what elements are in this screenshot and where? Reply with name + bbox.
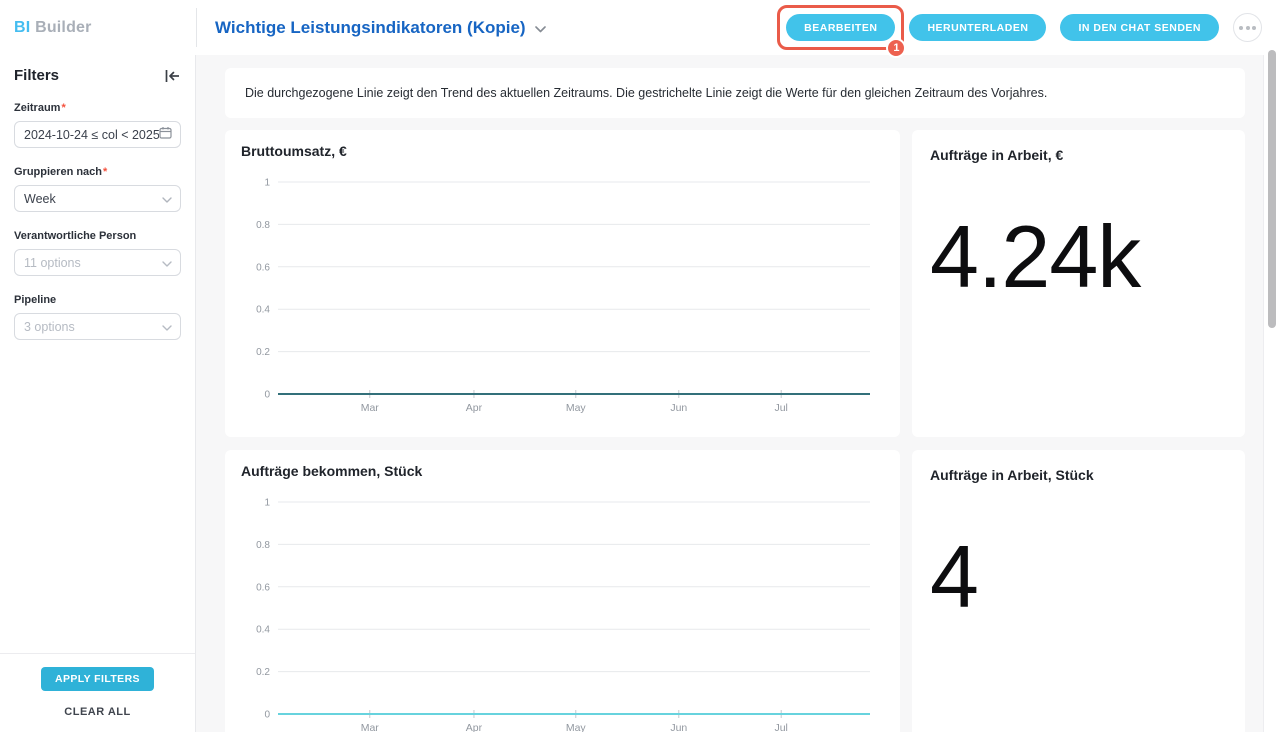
svg-text:Jul: Jul bbox=[774, 722, 787, 732]
svg-text:1: 1 bbox=[264, 178, 270, 189]
chart-card-bruttoumsatz: Bruttoumsatz, € 0 0.2 0.4 0.6 0.8 1 Mar Apr May J… bbox=[225, 130, 900, 437]
apply-filters-button[interactable]: APPLY FILTERS bbox=[41, 667, 154, 691]
logo-builder: Builder bbox=[35, 18, 92, 36]
chevron-down-icon bbox=[162, 190, 172, 208]
info-banner: Die durchgezogene Linie zeigt den Trend … bbox=[225, 68, 1245, 118]
svg-text:Mar: Mar bbox=[361, 402, 380, 414]
header-actions: BEARBEITEN 1 HERUNTERLADEN IN DEN CHAT S… bbox=[777, 5, 1280, 58]
gruppieren-nach-select[interactable]: Week bbox=[14, 185, 181, 212]
send-to-chat-button[interactable]: IN DEN CHAT SENDEN bbox=[1060, 14, 1219, 41]
svg-text:0.8: 0.8 bbox=[256, 220, 270, 231]
svg-text:Jun: Jun bbox=[670, 402, 687, 414]
field-label-pipeline: Pipeline bbox=[14, 294, 57, 306]
svg-text:Jul: Jul bbox=[774, 402, 787, 414]
ellipsis-icon bbox=[1239, 25, 1243, 30]
page-title: Wichtige Leistungsindikatoren (Kopie) bbox=[215, 17, 526, 37]
svg-text:0.2: 0.2 bbox=[256, 667, 270, 678]
svg-text:Jun: Jun bbox=[670, 722, 687, 732]
kpi-title: Aufträge in Arbeit, € bbox=[930, 147, 1064, 163]
header-divider bbox=[196, 8, 197, 47]
kpi-card-auftraege-in-arbeit-stueck: Aufträge in Arbeit, Stück 4 bbox=[912, 450, 1245, 732]
chevron-down-icon bbox=[162, 254, 172, 272]
svg-text:1: 1 bbox=[264, 498, 270, 509]
svg-text:0.4: 0.4 bbox=[256, 305, 270, 316]
field-label-verantwortliche-person: Verantwortliche Person bbox=[14, 230, 137, 242]
svg-text:May: May bbox=[566, 402, 587, 414]
edit-button-wrap: BEARBEITEN 1 bbox=[777, 5, 907, 58]
svg-text:0.4: 0.4 bbox=[256, 625, 270, 636]
pipeline-value: 3 options bbox=[24, 319, 75, 334]
verantwortliche-person-select[interactable]: 11 options bbox=[14, 249, 181, 276]
required-asterisk: * bbox=[103, 166, 108, 178]
filters-sidebar: Filters Zeitraum* 2024-10-24 ≤ col < 202… bbox=[0, 55, 196, 732]
sidebar-footer: APPLY FILTERS CLEAR ALL bbox=[0, 653, 195, 732]
kpi-title: Aufträge in Arbeit, Stück bbox=[930, 467, 1094, 483]
svg-text:0.6: 0.6 bbox=[256, 582, 270, 593]
collapse-sidebar-icon[interactable] bbox=[164, 69, 181, 83]
calendar-icon bbox=[159, 126, 172, 144]
line-chart: 0 0.2 0.4 0.6 0.8 1 Mar Apr May Jun Jul bbox=[241, 168, 884, 429]
more-options-button[interactable] bbox=[1233, 13, 1262, 42]
card-row-2: Aufträge bekommen, Stück 0 0.2 0.4 0.6 0.8 1 M… bbox=[225, 450, 1263, 732]
kpi-value: 4.24k bbox=[930, 207, 1141, 306]
chart-title: Aufträge bekommen, Stück bbox=[241, 463, 423, 479]
filters-heading: Filters bbox=[14, 67, 60, 84]
zeitraum-date-input[interactable]: 2024-10-24 ≤ col < 2025... bbox=[14, 121, 181, 148]
chevron-down-icon bbox=[162, 318, 172, 336]
report-title-dropdown[interactable]: Wichtige Leistungsindikatoren (Kopie) bbox=[215, 17, 546, 38]
pipeline-select[interactable]: 3 options bbox=[14, 313, 181, 340]
svg-text:0.6: 0.6 bbox=[256, 262, 270, 273]
field-label-gruppieren-nach: Gruppieren nach* bbox=[14, 166, 108, 178]
chart-card-auftraege-bekommen: Aufträge bekommen, Stück 0 0.2 0.4 0.6 0.8 1 M… bbox=[225, 450, 900, 732]
card-row-1: Bruttoumsatz, € 0 0.2 0.4 0.6 0.8 1 Mar Apr May J… bbox=[225, 130, 1263, 437]
kpi-card-auftraege-in-arbeit-eur: Aufträge in Arbeit, € 4.24k bbox=[912, 130, 1245, 437]
edit-button[interactable]: BEARBEITEN bbox=[786, 14, 896, 41]
app-window: BI Builder Wichtige Leistungsindikatoren… bbox=[0, 0, 1280, 732]
svg-text:May: May bbox=[566, 722, 587, 732]
scrollbar-thumb[interactable] bbox=[1268, 50, 1276, 328]
zeitraum-value: 2024-10-24 ≤ col < 2025... bbox=[24, 127, 159, 142]
top-header: BI Builder Wichtige Leistungsindikatoren… bbox=[0, 0, 1280, 58]
line-chart: 0 0.2 0.4 0.6 0.8 1 Mar Apr May Jun Jul bbox=[241, 488, 884, 732]
download-button[interactable]: HERUNTERLADEN bbox=[909, 14, 1047, 41]
gruppieren-nach-value: Week bbox=[24, 191, 56, 206]
svg-text:Mar: Mar bbox=[361, 722, 380, 732]
svg-text:0: 0 bbox=[264, 390, 270, 401]
info-banner-text: Die durchgezogene Linie zeigt den Trend … bbox=[245, 86, 1048, 100]
app-logo: BI Builder bbox=[0, 19, 196, 37]
logo-bi: BI bbox=[14, 18, 31, 36]
chart-title: Bruttoumsatz, € bbox=[241, 143, 347, 159]
scrollbar-track[interactable] bbox=[1263, 50, 1280, 732]
svg-text:Apr: Apr bbox=[466, 722, 483, 732]
required-asterisk: * bbox=[61, 102, 66, 114]
svg-text:0.2: 0.2 bbox=[256, 347, 270, 358]
clear-all-button[interactable]: CLEAR ALL bbox=[0, 706, 195, 718]
svg-text:0.8: 0.8 bbox=[256, 540, 270, 551]
field-label-zeitraum: Zeitraum* bbox=[14, 102, 66, 114]
dashboard-main: Die durchgezogene Linie zeigt den Trend … bbox=[196, 55, 1263, 732]
svg-text:Apr: Apr bbox=[466, 402, 483, 414]
verantwortliche-person-value: 11 options bbox=[24, 255, 81, 270]
chevron-down-icon bbox=[534, 20, 546, 38]
svg-text:0: 0 bbox=[264, 710, 270, 721]
kpi-value: 4 bbox=[930, 527, 979, 626]
